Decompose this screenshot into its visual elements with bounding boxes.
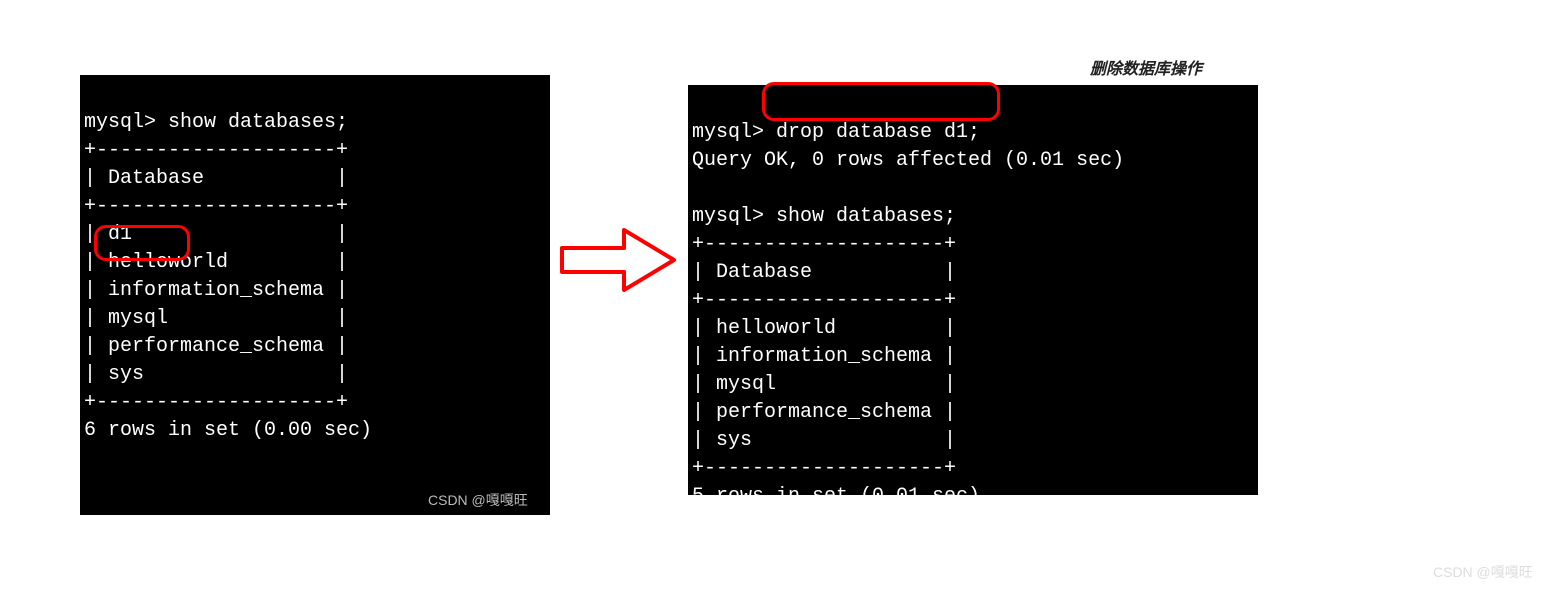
table-separator: +--------------------+: [84, 391, 348, 414]
watermark-text: CSDN @嘎嘎旺: [1433, 562, 1533, 582]
query-result-line: Query OK, 0 rows affected (0.01 sec): [692, 149, 1124, 172]
table-separator: +--------------------+: [692, 233, 956, 256]
table-row: | performance_schema |: [692, 401, 956, 424]
table-separator: +--------------------+: [84, 139, 348, 162]
result-summary: 6 rows in set (0.00 sec): [84, 419, 372, 442]
table-row: | d1 |: [84, 223, 348, 246]
table-row: | helloworld |: [692, 317, 956, 340]
table-separator: +--------------------+: [692, 457, 956, 480]
table-header: | Database |: [692, 261, 956, 284]
table-row: | sys |: [84, 363, 348, 386]
table-row: | sys |: [692, 429, 956, 452]
table-header: | Database |: [84, 167, 348, 190]
table-row: | information_schema |: [84, 279, 348, 302]
result-summary: 5 rows in set (0.01 sec): [692, 485, 980, 508]
mysql-prompt-line: mysql> show databases;: [692, 205, 956, 228]
mysql-prompt-line: mysql> drop database d1;: [692, 121, 980, 144]
mysql-prompt-line: mysql> show databases;: [84, 111, 348, 134]
table-row: | mysql |: [84, 307, 348, 330]
arrow-right-icon: [558, 220, 678, 300]
annotation-title: 删除数据库操作: [1090, 55, 1202, 79]
table-separator: +--------------------+: [84, 195, 348, 218]
table-row: | helloworld |: [84, 251, 348, 274]
terminal-before: mysql> show databases; +----------------…: [80, 75, 550, 515]
table-row: | information_schema |: [692, 345, 956, 368]
terminal-after: mysql> drop database d1; Query OK, 0 row…: [688, 85, 1258, 495]
watermark-text: CSDN @嘎嘎旺: [428, 490, 528, 510]
table-row: | performance_schema |: [84, 335, 348, 358]
table-separator: +--------------------+: [692, 289, 956, 312]
table-row: | mysql |: [692, 373, 956, 396]
